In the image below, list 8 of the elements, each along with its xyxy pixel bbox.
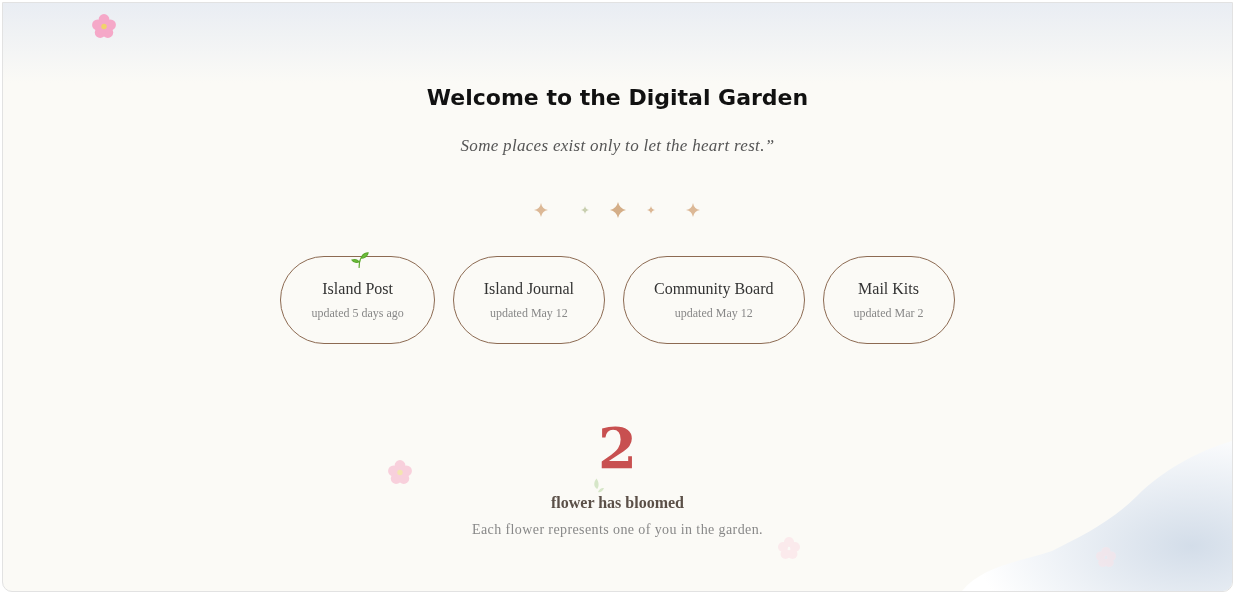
page-title: Welcome to the Digital Garden	[426, 85, 809, 110]
bloom-label: flower has bloomed	[550, 494, 684, 512]
flower-icon	[387, 459, 413, 485]
leaf-icon	[591, 477, 605, 495]
bloom-count: 2	[598, 418, 637, 478]
flower-icon	[91, 13, 117, 39]
quote-text: Some places exist only to let the heart rest.”	[460, 136, 775, 156]
bloom-caption: Each flower represents one of you in the garden.	[472, 522, 763, 538]
